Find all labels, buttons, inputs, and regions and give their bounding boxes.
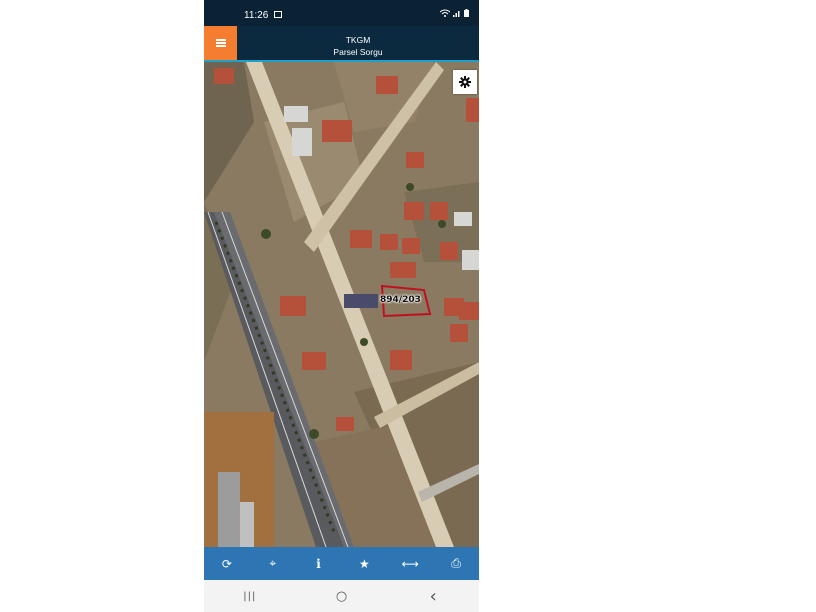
map-imagery [204,62,479,547]
app-title: TKGM Parsel Sorgu [237,34,479,58]
recents-icon: ||| [243,590,257,602]
bottom-toolbar: ⟳ ⌖ i ★ ⟷ ⎙ [204,547,479,580]
info-button[interactable]: i [296,547,342,580]
measure-icon: ⟷ [401,556,419,571]
app-header: TKGM Parsel Sorgu [204,26,479,62]
system-nav-bar: ||| ○ ‹ [204,580,479,612]
menu-button[interactable] [204,26,237,60]
battery-icon [464,9,469,17]
parcel-label[interactable]: 894/203 [380,295,421,305]
print-button[interactable]: ⎙ [433,547,479,580]
print-icon: ⎙ [451,556,461,570]
locate-icon: ⌖ [269,556,277,570]
status-bar: 11:26 [204,0,479,26]
recents-button[interactable]: ||| [204,580,296,612]
favorite-button[interactable]: ★ [341,547,387,580]
back-button[interactable]: ‹ [387,580,479,612]
hamburger-icon [215,39,226,47]
phone-screen: 11:26 TKGM Parsel Sorgu 894/203 ⟳ ⌖ i ★ … [204,0,479,612]
app-name: TKGM [345,35,371,45]
status-icons [440,9,469,17]
star-icon: ★ [359,556,370,571]
info-icon: i [316,556,321,571]
home-icon: ○ [335,588,348,604]
gear-icon [459,76,471,88]
refresh-icon: ⟳ [221,556,232,571]
settings-button[interactable] [453,70,477,94]
measure-button[interactable]: ⟷ [387,547,433,580]
locate-button[interactable]: ⌖ [250,547,296,580]
refresh-button[interactable]: ⟳ [204,547,250,580]
home-button[interactable]: ○ [296,580,388,612]
signal-icon [453,11,460,17]
satellite-map[interactable]: 894/203 [204,62,479,547]
app-subtitle: Parsel Sorgu [333,47,383,57]
gallery-notification-icon [274,11,282,18]
wifi-icon [440,9,450,17]
back-icon: ‹ [429,585,437,607]
status-time: 11:26 [244,10,269,21]
